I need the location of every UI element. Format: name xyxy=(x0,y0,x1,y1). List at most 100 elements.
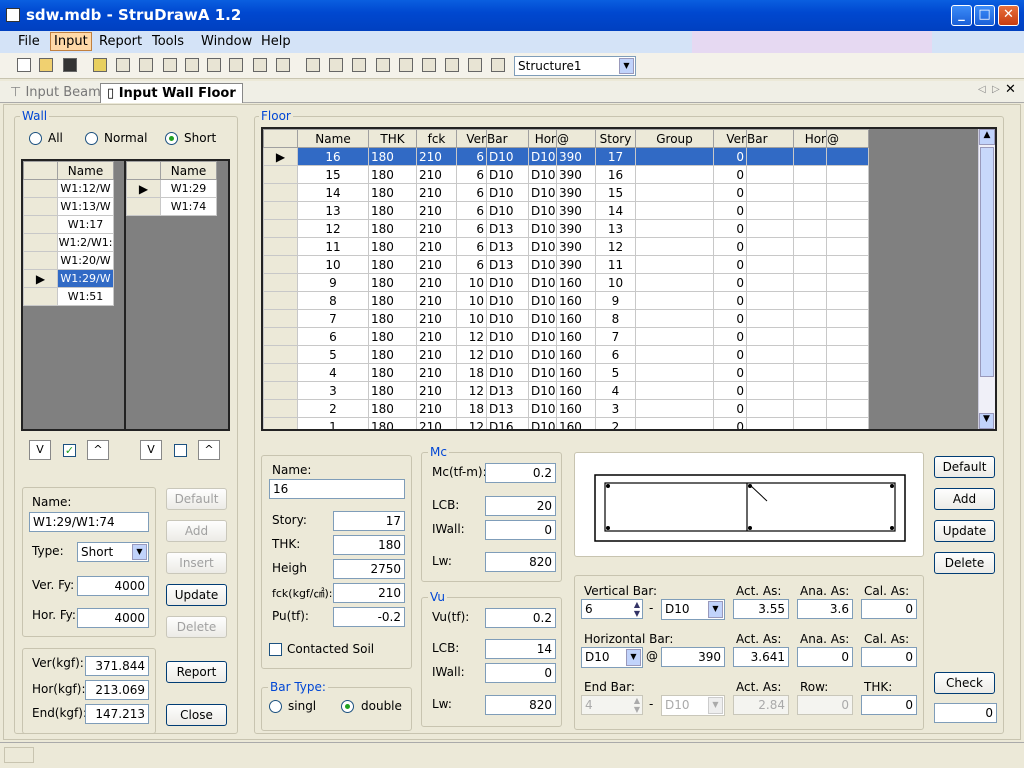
floor-cell[interactable] xyxy=(635,417,714,429)
scroll-up-icon[interactable]: ▲ xyxy=(979,129,995,145)
v-ana-as-field[interactable]: 3.6 xyxy=(797,599,853,619)
member-move-down-button[interactable]: V xyxy=(140,440,162,460)
report2-icon[interactable] xyxy=(329,58,343,72)
structure-select[interactable]: Structure1 ▼ xyxy=(514,56,636,76)
floor-row[interactable]: 1 180 210 12 D16 D10 160 2 0 xyxy=(263,417,869,429)
floor-cell[interactable]: D10 xyxy=(528,201,557,220)
floor-cell[interactable]: 180 xyxy=(368,147,417,166)
floor-cell[interactable] xyxy=(826,381,869,400)
tab-close-icon[interactable]: ✕ xyxy=(1005,82,1016,97)
floor-cell[interactable]: 0 xyxy=(713,273,747,292)
new-icon[interactable] xyxy=(17,58,31,72)
floor-cell[interactable]: 210 xyxy=(416,291,457,310)
floor-row[interactable]: 14 180 210 6 D10 D10 390 15 0 xyxy=(263,183,869,202)
floor-cell[interactable]: 160 xyxy=(556,363,596,382)
report8-icon[interactable] xyxy=(468,58,482,72)
report9-icon[interactable] xyxy=(491,58,505,72)
floor-cell[interactable] xyxy=(826,255,869,274)
floor-cell[interactable]: D10 xyxy=(486,165,529,184)
floor-cell[interactable]: 10 xyxy=(456,309,487,328)
floor-cell[interactable]: 210 xyxy=(416,201,457,220)
beam-icon[interactable] xyxy=(116,58,130,72)
wall-name-cell[interactable]: W1:51 xyxy=(57,287,114,306)
open-icon[interactable] xyxy=(39,58,53,72)
floor-cell[interactable] xyxy=(746,273,794,292)
mc-field[interactable]: 0.2 xyxy=(485,463,556,483)
floor-cell[interactable]: 0 xyxy=(713,309,747,328)
h-ana-as-field[interactable]: 0 xyxy=(797,647,853,667)
end-kgf-field[interactable]: 147.213 xyxy=(85,704,149,724)
floor-cell[interactable]: 10 xyxy=(595,273,636,292)
floor-cell[interactable] xyxy=(793,201,827,220)
column-icon[interactable] xyxy=(163,58,177,72)
floor-cell[interactable] xyxy=(746,165,794,184)
floor-cell[interactable] xyxy=(826,309,869,328)
floor-cell[interactable]: 180 xyxy=(368,345,417,364)
floor-cell[interactable] xyxy=(635,237,714,256)
floor-cell[interactable]: 0 xyxy=(713,417,747,429)
floor-cell[interactable]: 7 xyxy=(595,327,636,346)
menu-window[interactable]: Window xyxy=(201,34,252,49)
floor-row[interactable]: 6 180 210 12 D10 D10 160 7 0 xyxy=(263,327,869,346)
spin-icon[interactable]: ▲ ▼ xyxy=(634,696,640,714)
height-field[interactable]: 2750 xyxy=(333,559,405,579)
floor-cell[interactable] xyxy=(793,381,827,400)
floor-name-field[interactable]: 16 xyxy=(269,479,405,499)
column-header[interactable]: Group xyxy=(635,129,714,148)
floor-cell[interactable] xyxy=(826,183,869,202)
floor-cell[interactable]: 12 xyxy=(456,327,487,346)
column-header[interactable]: Bar xyxy=(746,129,794,148)
floor-cell[interactable]: 0 xyxy=(713,219,747,238)
member-name-cell[interactable]: W1:29 xyxy=(160,179,217,198)
floor-cell[interactable]: 160 xyxy=(556,417,596,429)
floor-cell[interactable]: 17 xyxy=(595,147,636,166)
tab-input-beam[interactable]: ⊤ Input Beam xyxy=(4,83,107,103)
floor-cell[interactable] xyxy=(635,219,714,238)
mc-iwall-field[interactable]: 0 xyxy=(485,520,556,540)
floor-cell[interactable]: 180 xyxy=(368,273,417,292)
tab-prev-icon[interactable]: ◁ xyxy=(978,84,986,95)
e-thk-field[interactable]: 0 xyxy=(861,695,917,715)
hor-fy-field[interactable]: 4000 xyxy=(77,608,149,628)
floor-cell[interactable]: 160 xyxy=(556,345,596,364)
floor-cell[interactable] xyxy=(746,327,794,346)
floor-row[interactable]: 12 180 210 6 D13 D10 390 13 0 xyxy=(263,219,869,238)
column-header[interactable]: Ver xyxy=(713,129,747,148)
tab-next-icon[interactable]: ▷ xyxy=(992,84,1000,95)
bracket-icon[interactable] xyxy=(229,58,243,72)
wall-list-row[interactable]: W1:12/W xyxy=(23,179,114,198)
floor-cell[interactable] xyxy=(826,291,869,310)
member-list-checkbox[interactable] xyxy=(174,444,187,457)
floor-cell[interactable]: D10 xyxy=(486,183,529,202)
wall-list-row[interactable]: W1:13/W xyxy=(23,197,114,216)
column-header[interactable]: Story xyxy=(595,129,636,148)
column-header[interactable]: @ xyxy=(826,129,869,148)
floor-cell[interactable]: 6 xyxy=(456,237,487,256)
floor-cell[interactable]: D10 xyxy=(486,345,529,364)
wall-name-cell[interactable]: W1:2/W1: xyxy=(57,233,114,252)
floor-cell[interactable]: D10 xyxy=(486,147,529,166)
floor-cell[interactable] xyxy=(635,273,714,292)
floor-cell[interactable]: D13 xyxy=(486,237,529,256)
move-down-button[interactable]: V xyxy=(29,440,51,460)
v-act-as-field[interactable]: 3.55 xyxy=(733,599,789,619)
floor-cell[interactable]: 180 xyxy=(368,291,417,310)
floor-cell[interactable]: 180 xyxy=(368,327,417,346)
floor-cell[interactable]: D16 xyxy=(486,417,529,429)
wall-list-row[interactable]: W1:17 xyxy=(23,215,114,234)
e-row-field[interactable]: 0 xyxy=(797,695,853,715)
floor-cell[interactable]: 6 xyxy=(456,219,487,238)
floor-row[interactable]: 3 180 210 12 D13 D10 160 4 0 xyxy=(263,381,869,400)
floor-cell[interactable]: 210 xyxy=(416,309,457,328)
wall-name-cell[interactable]: W1:17 xyxy=(57,215,114,234)
thk-field[interactable]: 180 xyxy=(333,535,405,555)
floor-cell[interactable]: 210 xyxy=(416,147,457,166)
floor-cell[interactable] xyxy=(746,291,794,310)
floor-cell[interactable] xyxy=(793,363,827,382)
floor-add-button[interactable]: Add xyxy=(934,488,995,510)
v-cal-as-field[interactable]: 0 xyxy=(861,599,917,619)
wall-list-row[interactable]: W1:20/W xyxy=(23,251,114,270)
wall-name-field[interactable]: W1:29/W1:74 xyxy=(29,512,149,532)
vu-lcb-field[interactable]: 14 xyxy=(485,639,556,659)
column-header[interactable]: @ xyxy=(556,129,596,148)
